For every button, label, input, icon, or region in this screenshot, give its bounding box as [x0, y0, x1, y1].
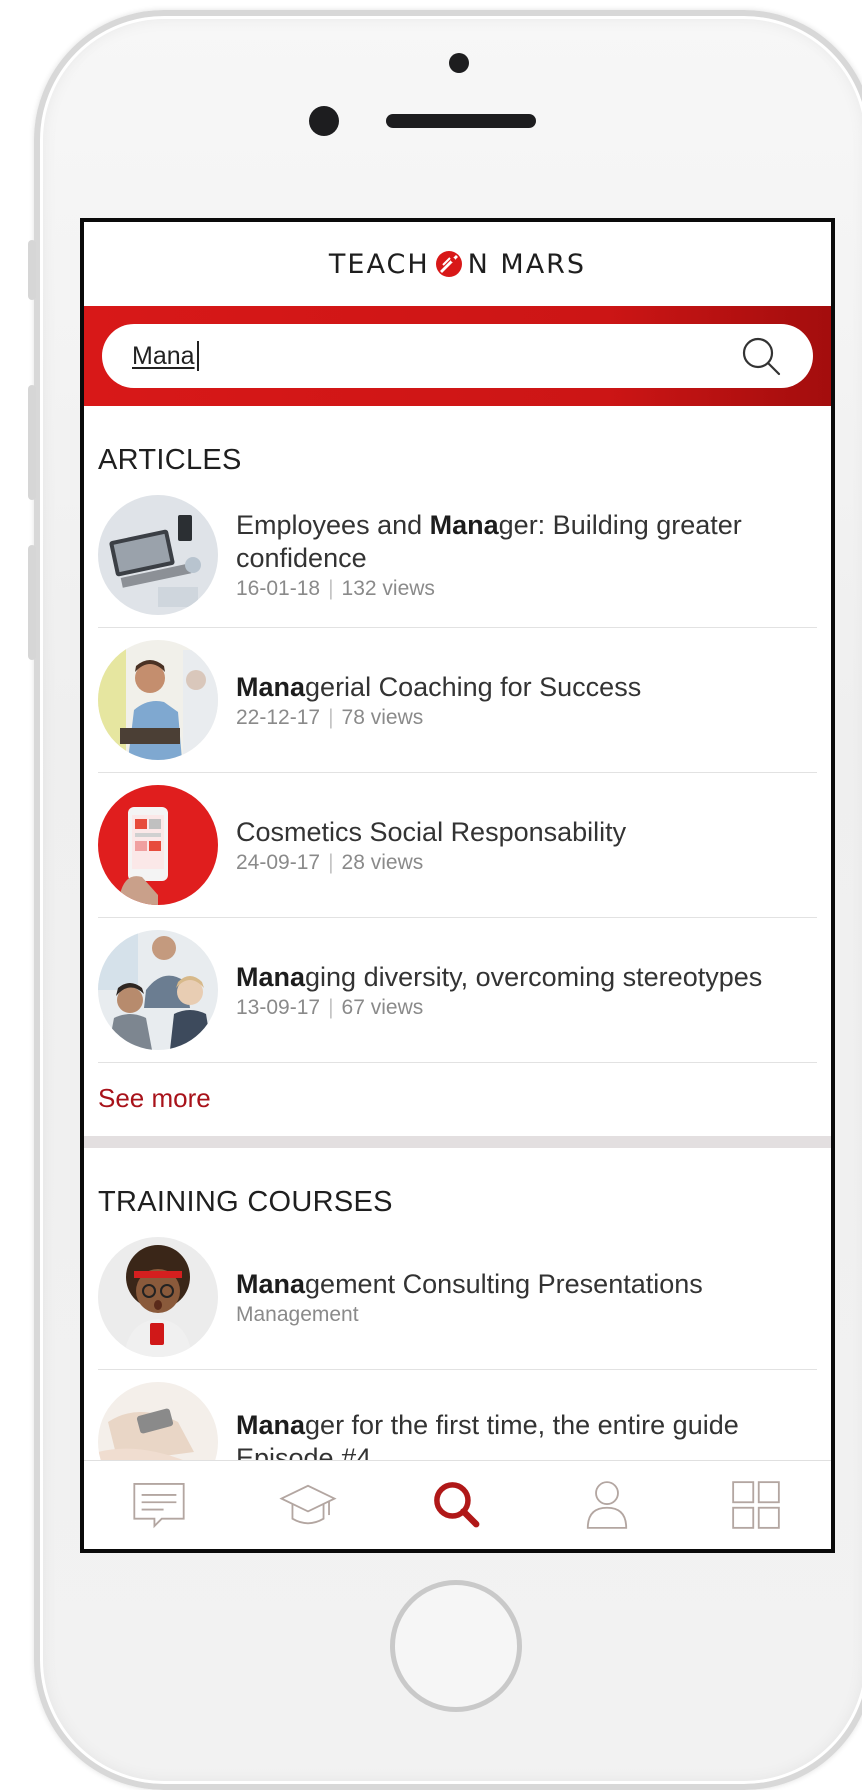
section-divider — [84, 1136, 831, 1148]
search-band: Mana — [84, 306, 831, 406]
article-thumbnail — [98, 640, 218, 760]
article-title: Employees and Manager: Building greater … — [236, 510, 742, 573]
course-title: Management Consulting Presentations — [236, 1268, 703, 1299]
course-item[interactable]: Management Consulting Presentations Mana… — [98, 1237, 817, 1370]
front-camera — [309, 106, 339, 136]
article-meta: 24-09-17 | 28 views — [236, 850, 424, 874]
results-content: ARTICLES Employees and Manager: Building… — [84, 444, 831, 1514]
articles-heading: ARTICLES — [98, 444, 242, 476]
logo-text-left: TEACH — [328, 248, 430, 280]
search-icon[interactable] — [425, 1473, 489, 1537]
article-item[interactable]: Managing diversity, overcoming stereotyp… — [98, 918, 817, 1063]
article-thumbnail — [98, 785, 218, 905]
article-meta: 16-01-18 | 132 views — [236, 577, 435, 600]
text-caret — [196, 341, 199, 371]
brand-logo: TEACH N MARS — [329, 249, 586, 280]
see-more-link[interactable]: See more — [98, 1063, 817, 1136]
tab-search[interactable] — [422, 1470, 492, 1540]
app-header: TEACH N MARS — [84, 222, 831, 306]
search-input[interactable]: Mana — [132, 341, 739, 371]
graduation-cap-icon[interactable] — [276, 1473, 340, 1537]
home-button[interactable] — [390, 1580, 522, 1712]
volume-up-button — [28, 385, 36, 500]
mute-switch — [28, 240, 36, 300]
training-courses-heading: TRAINING COURSES — [98, 1186, 393, 1218]
feed-icon[interactable] — [127, 1473, 191, 1537]
search-query[interactable]: Mana — [132, 342, 195, 371]
article-title: Managerial Coaching for Success — [236, 671, 642, 702]
tab-profile[interactable] — [572, 1470, 642, 1540]
search-icon[interactable] — [739, 334, 783, 378]
tab-training[interactable] — [273, 1470, 343, 1540]
volume-down-button — [28, 545, 36, 660]
article-item[interactable]: Managerial Coaching for Success 22-12-17… — [98, 628, 817, 773]
course-title: Manager for the first time, the entire g… — [236, 1410, 739, 1440]
article-meta: 22-12-17 | 78 views — [236, 705, 424, 729]
article-thumbnail — [98, 930, 218, 1050]
course-category: Management — [236, 1302, 359, 1326]
proximity-sensor — [449, 53, 469, 73]
article-meta: 13-09-17 | 67 views — [236, 995, 424, 1019]
article-title: Managing diversity, overcoming stereotyp… — [236, 961, 763, 992]
grid-icon[interactable] — [724, 1473, 788, 1537]
app-screen: TEACH N MARS Mana ARTICLES Employees and… — [80, 218, 835, 1553]
search-box[interactable]: Mana — [102, 324, 813, 388]
article-item[interactable]: Employees and Manager: Building greater … — [98, 495, 817, 628]
tab-menu[interactable] — [721, 1470, 791, 1540]
course-thumbnail — [98, 1237, 218, 1357]
tab-feed[interactable] — [124, 1470, 194, 1540]
bottom-tab-bar — [84, 1460, 831, 1549]
article-thumbnail — [98, 495, 218, 615]
rocket-logo-icon — [435, 251, 462, 277]
user-icon[interactable] — [575, 1473, 639, 1537]
logo-text-right: N MARS — [467, 248, 587, 280]
earpiece-speaker — [386, 114, 536, 128]
article-title: Cosmetics Social Responsability — [236, 816, 627, 847]
article-item[interactable]: Cosmetics Social Responsability 24-09-17… — [98, 773, 817, 918]
